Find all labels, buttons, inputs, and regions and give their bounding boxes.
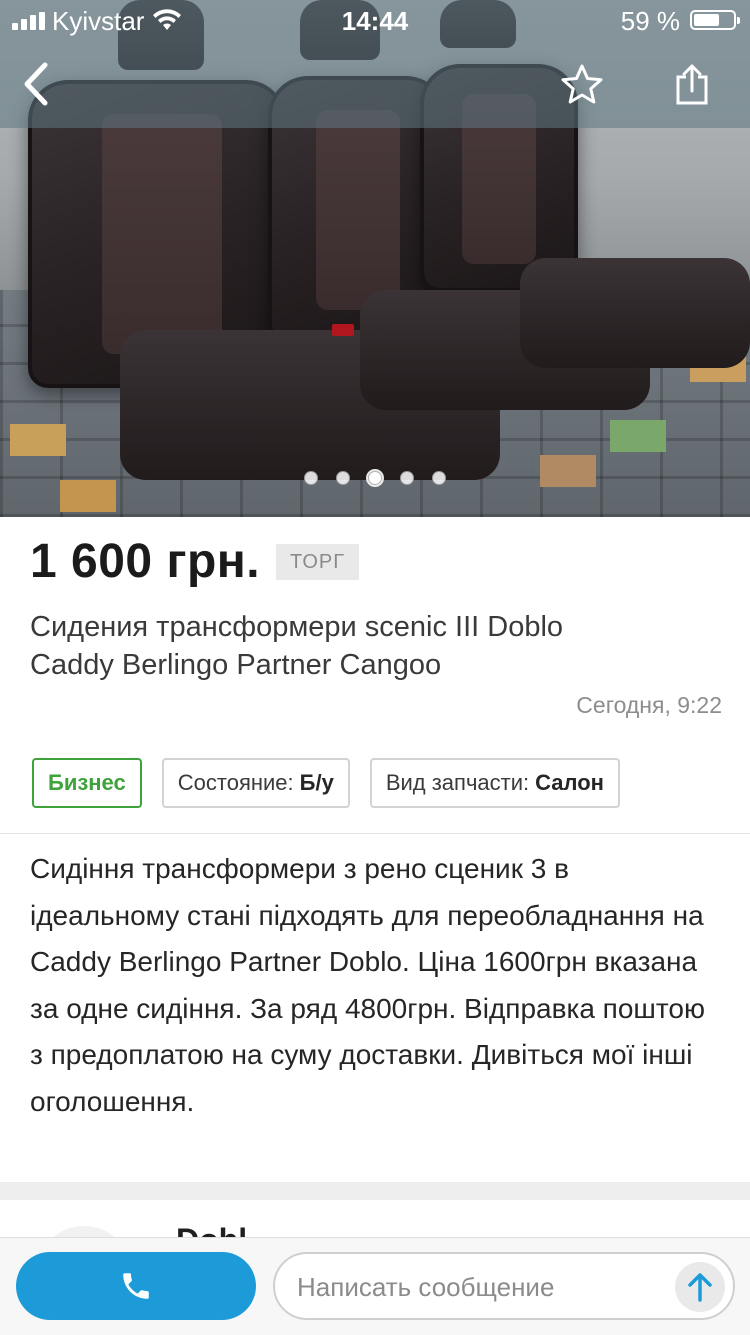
favorite-button[interactable] [556, 58, 608, 110]
tag-part-type[interactable]: Вид запчасти: Салон [369, 758, 620, 808]
phone-icon [123, 1273, 149, 1299]
listing-title: Сидения трансформери scenic III Doblo Ca… [30, 611, 564, 681]
photo-tile [610, 420, 666, 452]
listing-description: Сидіння трансформери з рено сценик 3 в і… [30, 853, 705, 1117]
message-input[interactable] [295, 1264, 669, 1310]
gallery-dot-active[interactable] [368, 471, 382, 485]
chevron-left-icon [24, 62, 48, 106]
tag-part-type-value: Салон [535, 770, 604, 795]
message-field[interactable] [273, 1252, 735, 1320]
gallery-pagination[interactable] [0, 471, 750, 491]
star-outline-icon [561, 64, 603, 104]
listing-price: 1 600 грн. [30, 535, 261, 588]
tag-condition[interactable]: Состояние: Б/у [161, 758, 350, 808]
battery-icon [690, 10, 740, 30]
listing-date: Сегодня, 9:22 [576, 692, 722, 718]
seat-cushion [520, 258, 750, 368]
back-button[interactable] [10, 58, 62, 110]
tag-business[interactable]: Бизнес [32, 758, 142, 808]
tag-condition-label: Состояние: [177, 770, 294, 795]
arrow-up-icon [688, 1273, 712, 1302]
battery-percent: 59 % [620, 6, 680, 36]
seatbelt-buckle [332, 324, 354, 336]
tag-business-label: Бизнес [48, 770, 126, 795]
tag-part-type-label: Вид запчасти: [385, 770, 530, 795]
section-separator [0, 1182, 750, 1200]
photo-tile [10, 424, 66, 456]
gallery-dot[interactable] [432, 471, 446, 485]
gallery-dot[interactable] [336, 471, 350, 485]
share-button[interactable] [666, 58, 718, 110]
tag-condition-value: Б/у [299, 770, 334, 795]
send-button[interactable] [675, 1262, 725, 1312]
status-bar: Kyivstar 14:44 59 % [0, 0, 750, 40]
call-button[interactable] [16, 1252, 256, 1320]
negotiable-badge: ТОРГ [276, 544, 360, 580]
divider [0, 833, 750, 834]
gallery-dot[interactable] [400, 471, 414, 485]
listing-tags: Бизнес Состояние: Б/у Вид запчасти: Сало… [32, 758, 620, 808]
gallery-dot[interactable] [304, 471, 318, 485]
share-icon [676, 64, 708, 105]
